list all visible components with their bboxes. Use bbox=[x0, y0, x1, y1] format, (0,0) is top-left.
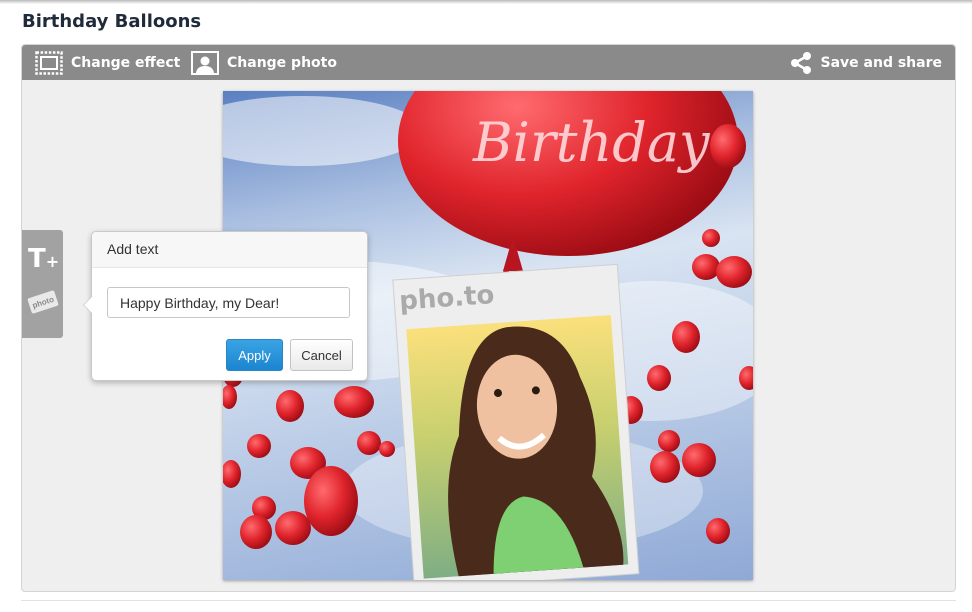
popover-arrow bbox=[83, 296, 92, 314]
add-text-popover: Add text Apply Cancel bbox=[83, 231, 368, 381]
bottom-divider bbox=[21, 600, 956, 601]
change-effect-label: Change effect bbox=[71, 54, 181, 71]
popover-title: Add text bbox=[92, 232, 367, 268]
save-and-share-button[interactable]: Save and share bbox=[789, 45, 942, 80]
stamp-icon[interactable]: photo bbox=[27, 290, 59, 314]
frame-icon bbox=[35, 50, 63, 75]
share-icon bbox=[789, 51, 813, 75]
save-and-share-label: Save and share bbox=[820, 54, 942, 71]
portrait-icon bbox=[191, 50, 219, 75]
page-title: Birthday Balloons bbox=[22, 11, 202, 32]
top-shadow bbox=[0, 0, 972, 4]
editor-panel: Change effect Change photo Save and shar… bbox=[21, 44, 956, 592]
balloon-birthday-text: Birthday bbox=[472, 111, 711, 174]
cancel-button[interactable]: Cancel bbox=[290, 339, 353, 371]
apply-button[interactable]: Apply bbox=[226, 339, 283, 371]
editor-toolbar: Change effect Change photo Save and shar… bbox=[22, 45, 955, 80]
add-text-icon[interactable]: T+ bbox=[28, 246, 59, 272]
change-effect-button[interactable]: Change effect bbox=[35, 45, 180, 80]
change-photo-label: Change photo bbox=[227, 54, 337, 71]
change-photo-button[interactable]: Change photo bbox=[191, 45, 337, 80]
add-text-input[interactable] bbox=[107, 287, 350, 318]
side-tools-panel: T+ photo bbox=[22, 230, 63, 338]
